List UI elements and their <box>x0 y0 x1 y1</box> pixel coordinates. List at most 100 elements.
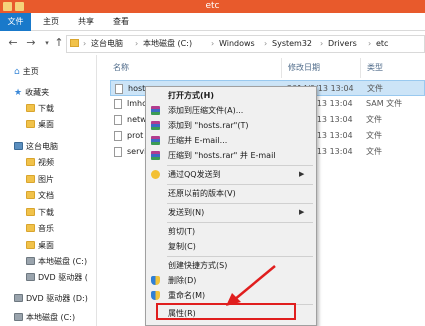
menu-item-add-to-archive[interactable]: 添加到压缩文件(A)... <box>146 103 316 118</box>
file-name: servi <box>127 147 147 156</box>
breadcrumb-separator: › <box>211 39 215 48</box>
menu-separator <box>167 184 313 185</box>
nav-item-local-disk[interactable]: 本地磁盘 (C:) <box>26 254 87 270</box>
folder-icon <box>26 104 35 112</box>
menu-item-label: 打开方式(H) <box>168 91 215 100</box>
menu-item-compress-email[interactable]: 压缩并 E-mail... <box>146 133 316 148</box>
nav-label: 视频 <box>38 158 54 167</box>
nav-label: DVD 驱动器 ( <box>38 273 88 282</box>
menu-item-label: 剪切(T) <box>168 227 196 236</box>
drive-icon <box>26 273 35 281</box>
column-divider[interactable] <box>360 58 361 78</box>
menu-item-add-to-hosts-rar[interactable]: 添加到 "hosts.rar"(T) <box>146 118 316 133</box>
file-name: netw <box>127 115 147 124</box>
nav-label: DVD 驱动器 (D:) <box>26 294 88 303</box>
nav-label: 文档 <box>38 191 54 200</box>
column-header-type[interactable]: 类型 <box>367 62 383 74</box>
rar-icon <box>151 151 160 160</box>
nav-item-dvd-d[interactable]: DVD 驱动器 (D:) <box>14 291 88 307</box>
menu-item-label: 重命名(M) <box>168 291 206 300</box>
column-divider[interactable] <box>281 58 282 78</box>
breadcrumb-separator: › <box>320 39 324 48</box>
breadcrumb-system32[interactable]: System32 <box>272 38 312 50</box>
up-arrow-icon[interactable]: ↑ <box>52 36 66 50</box>
file-type: 文件 <box>366 115 382 124</box>
folder-icon <box>26 191 35 199</box>
nav-item-home[interactable]: ⌂ 主页 <box>14 64 39 80</box>
nav-item-favorites[interactable]: ★ 收藏夹 <box>14 85 49 101</box>
menu-item-label: 删除(D) <box>168 276 197 285</box>
menu-item-send-via-qq[interactable]: 通过QQ发送到 ▶ <box>146 167 316 182</box>
nav-item-pictures[interactable]: 图片 <box>26 172 54 188</box>
nav-label: 本地磁盘 (C:) <box>38 257 88 266</box>
folder-icon <box>26 208 35 216</box>
nav-item-local-disk-2[interactable]: 本地磁盘 (C:) <box>14 310 75 326</box>
breadcrumb-separator: › <box>135 39 139 48</box>
breadcrumb-windows[interactable]: Windows <box>219 38 255 50</box>
nav-item-downloads-2[interactable]: 下载 <box>26 205 54 221</box>
nav-item-desktop-2[interactable]: 桌面 <box>26 238 54 254</box>
menu-item-cut[interactable]: 剪切(T) <box>146 224 316 239</box>
breadcrumb-this-pc[interactable]: 这台电脑 <box>91 38 123 50</box>
tab-share[interactable]: 共享 <box>78 13 94 31</box>
nav-item-videos[interactable]: 视频 <box>26 155 54 171</box>
menu-separator <box>167 222 313 223</box>
column-header-name[interactable]: 名称 <box>113 62 129 74</box>
breadcrumb-etc[interactable]: etc <box>376 38 388 50</box>
folder-icon <box>70 39 79 47</box>
breadcrumb-local-disk[interactable]: 本地磁盘 (C:) <box>143 38 192 50</box>
nav-item-downloads[interactable]: 下载 <box>26 101 54 117</box>
menu-item-label: 压缩并 E-mail... <box>168 136 228 145</box>
menu-item-label: 还原以前的版本(V) <box>168 189 236 198</box>
window-title: etc <box>205 1 220 11</box>
shield-icon <box>151 276 160 285</box>
nav-label: 下载 <box>38 208 54 217</box>
nav-item-music[interactable]: 音乐 <box>26 221 54 237</box>
file-type: 文件 <box>366 147 382 156</box>
menu-item-label: 创建快捷方式(S) <box>168 261 228 270</box>
nav-label: 图片 <box>38 175 54 184</box>
tab-home[interactable]: 主页 <box>43 13 59 31</box>
file-icon <box>114 147 122 157</box>
nav-label: 音乐 <box>38 224 54 233</box>
column-header-date[interactable]: 修改日期 <box>288 62 320 74</box>
star-icon: ★ <box>14 88 23 98</box>
menu-item-restore-previous[interactable]: 还原以前的版本(V) <box>146 186 316 201</box>
breadcrumb-drivers[interactable]: Drivers <box>328 38 357 50</box>
menu-item-compress-to-rar-email[interactable]: 压缩到 "hosts.rar" 并 E-mail <box>146 148 316 163</box>
drive-icon <box>26 257 35 265</box>
breadcrumb-separator: › <box>264 39 268 48</box>
nav-label: 这台电脑 <box>26 142 58 151</box>
nav-item-desktop[interactable]: 桌面 <box>26 117 54 133</box>
nav-label: 本地磁盘 (C:) <box>26 313 76 322</box>
menu-item-label: 添加到 "hosts.rar"(T) <box>168 121 249 130</box>
file-type: SAM 文件 <box>366 99 403 108</box>
menu-item-label: 压缩到 "hosts.rar" 并 E-mail <box>168 151 276 160</box>
menu-item-label: 复制(C) <box>168 242 196 251</box>
red-arrow-icon <box>226 265 276 306</box>
menu-item-send-to[interactable]: 发送到(N) ▶ <box>146 205 316 220</box>
menu-item-label: 发送到(N) <box>168 208 205 217</box>
nav-item-dvd[interactable]: DVD 驱动器 ( <box>26 270 88 286</box>
file-icon <box>115 84 123 94</box>
folder-icon <box>26 175 35 183</box>
nav-item-documents[interactable]: 文档 <box>26 188 54 204</box>
file-name: prot <box>127 131 144 140</box>
nav-label: 桌面 <box>38 241 54 250</box>
ribbon <box>0 13 425 31</box>
rar-icon <box>151 106 160 115</box>
folder-icon <box>26 158 35 166</box>
file-type: 文件 <box>366 131 382 140</box>
folder-icon <box>26 241 35 249</box>
forward-arrow-icon[interactable]: → <box>24 36 38 50</box>
file-type: 文件 <box>367 84 383 93</box>
folder-icon <box>26 224 35 232</box>
tab-file[interactable]: 文件 <box>0 13 31 31</box>
drive-icon <box>14 313 23 321</box>
pane-divider[interactable] <box>96 55 97 326</box>
back-arrow-icon[interactable]: ← <box>6 36 20 50</box>
menu-item-open-with[interactable]: 打开方式(H) <box>146 88 316 103</box>
nav-item-this-pc[interactable]: 这台电脑 <box>14 139 58 155</box>
tab-view[interactable]: 查看 <box>113 13 129 31</box>
chevron-right-icon: ▶ <box>299 208 305 216</box>
